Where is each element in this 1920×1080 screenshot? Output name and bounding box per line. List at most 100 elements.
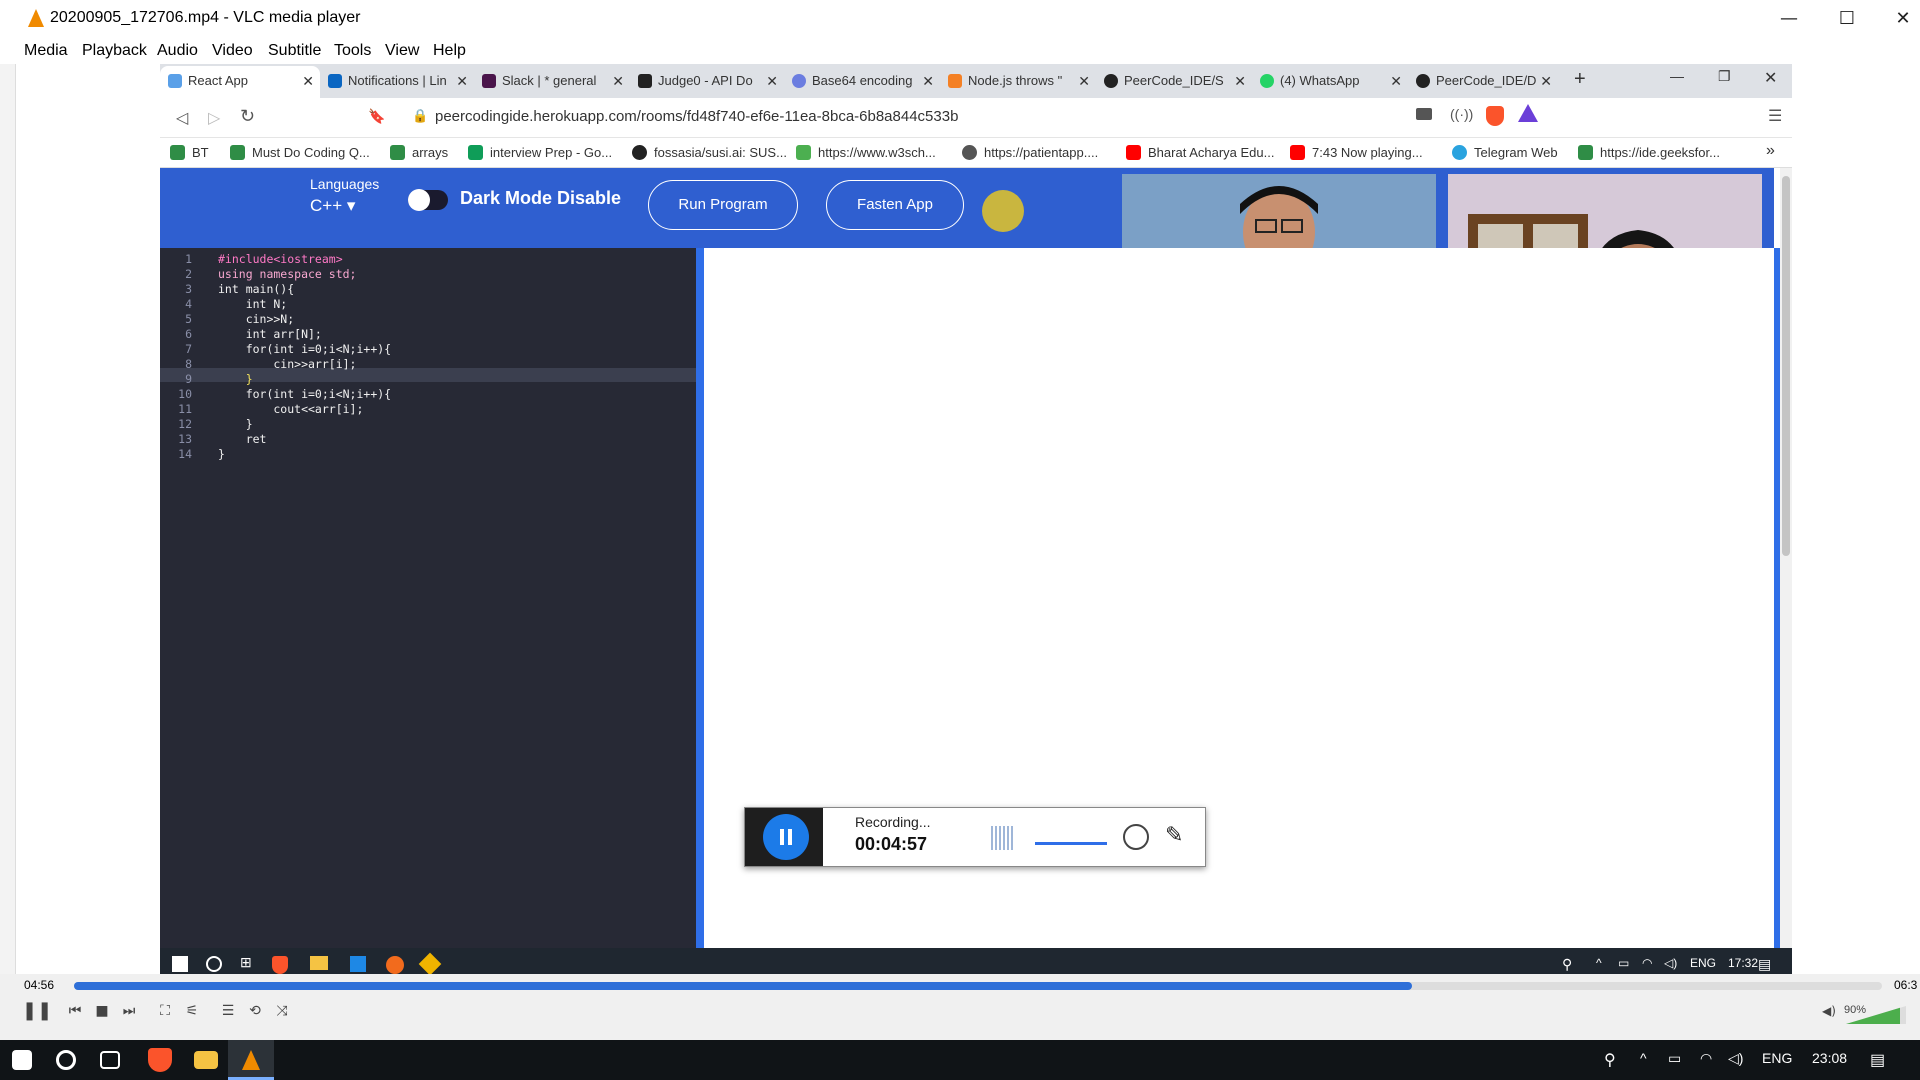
- volume-slider[interactable]: [1846, 1006, 1906, 1024]
- tab-stackoverflow[interactable]: Node.js throws " ✕: [940, 66, 1096, 98]
- audio-level-icon: [991, 826, 1013, 850]
- tab-github-1[interactable]: PeerCode_IDE/S ✕: [1096, 66, 1252, 98]
- tab-close-icon[interactable]: ✕: [1390, 66, 1402, 96]
- tab-close-icon[interactable]: ✕: [1234, 66, 1246, 96]
- tab-github-2[interactable]: PeerCode_IDE/D ✕: [1408, 66, 1558, 98]
- battery-icon[interactable]: ▭: [1668, 1050, 1681, 1067]
- notifications-icon: ▤: [1758, 956, 1772, 972]
- bookmark-icon[interactable]: 🔖: [368, 108, 385, 125]
- tab-close-icon[interactable]: ✕: [1078, 66, 1090, 96]
- tab-react-app[interactable]: React App ✕: [160, 66, 320, 98]
- dark-mode-toggle[interactable]: [408, 189, 448, 211]
- tab-judge0[interactable]: Judge0 - API Do ✕: [630, 66, 784, 98]
- pen-icon[interactable]: ✎: [1165, 822, 1183, 848]
- bookmark-item[interactable]: Bharat Acharya Edu...: [1126, 145, 1274, 160]
- page-scrollbar[interactable]: [1780, 168, 1792, 948]
- editor-divider[interactable]: [696, 248, 704, 954]
- windows-start-icon[interactable]: [12, 1050, 32, 1070]
- fullscreen-button[interactable]: ⛶: [154, 1000, 176, 1022]
- wifi-icon[interactable]: ◠: [1700, 1050, 1712, 1067]
- bookmark-item[interactable]: https://www.w3sch...: [796, 145, 936, 160]
- previous-button[interactable]: ⏮: [64, 1000, 86, 1022]
- menu-tools[interactable]: Tools: [334, 42, 371, 60]
- recorder-pause-button[interactable]: [745, 808, 823, 866]
- browser-minimize-icon[interactable]: —: [1670, 68, 1684, 84]
- playlist-button[interactable]: ☰: [217, 1000, 239, 1022]
- browser-close-icon[interactable]: ✕: [1764, 68, 1777, 88]
- camera-icon[interactable]: [1416, 108, 1432, 120]
- host-language[interactable]: ENG: [1762, 1050, 1792, 1066]
- mute-icon[interactable]: ◀): [1818, 1000, 1840, 1022]
- bookmark-item[interactable]: BT: [170, 145, 209, 160]
- brave-rewards-icon[interactable]: [1518, 104, 1538, 122]
- tab-close-icon[interactable]: ✕: [1540, 66, 1552, 96]
- broadcast-icon[interactable]: ((·)): [1450, 106, 1473, 122]
- loop-button[interactable]: ⟲: [244, 1000, 266, 1022]
- bookmark-item[interactable]: https://ide.geeksfor...: [1578, 145, 1720, 160]
- chevron-up-icon[interactable]: ^: [1640, 1050, 1647, 1066]
- menu-icon[interactable]: ☰: [1768, 106, 1782, 126]
- tab-slack[interactable]: Slack | * general ✕: [474, 66, 630, 98]
- vlc-menu-bar: Media Playback Audio Video Subtitle Tool…: [0, 38, 1920, 64]
- tab-base64[interactable]: Base64 encoding ✕: [784, 66, 940, 98]
- tab-close-icon[interactable]: ✕: [612, 66, 624, 96]
- bookmark-item[interactable]: Must Do Coding Q...: [230, 145, 370, 160]
- bookmark-item[interactable]: https://patientapp....: [962, 145, 1098, 160]
- new-tab-button[interactable]: +: [1574, 68, 1586, 91]
- bookmark-item[interactable]: 7:43 Now playing...: [1290, 145, 1423, 160]
- bookmark-item[interactable]: Telegram Web: [1452, 145, 1558, 160]
- close-button[interactable]: ✕: [1886, 6, 1920, 32]
- menu-playback[interactable]: Playback: [82, 42, 147, 60]
- brave-shield-icon[interactable]: [1486, 106, 1504, 126]
- volume-icon[interactable]: ◁): [1728, 1050, 1743, 1067]
- url-field[interactable]: peercodingide.herokuapp.com/rooms/fd48f7…: [435, 108, 958, 125]
- stop-button[interactable]: ■: [91, 1000, 113, 1022]
- bookmark-item[interactable]: arrays: [390, 145, 448, 160]
- tab-whatsapp[interactable]: (4) WhatsApp ✕: [1252, 66, 1408, 98]
- bookmark-item[interactable]: fossasia/susi.ai: SUS...: [632, 145, 787, 160]
- webcam-icon[interactable]: [1123, 824, 1149, 850]
- fasten-app-button[interactable]: Fasten App: [826, 180, 964, 230]
- action-center-icon[interactable]: ▤: [1870, 1050, 1885, 1070]
- cortana-icon[interactable]: [56, 1050, 76, 1070]
- minimize-button[interactable]: —: [1772, 6, 1806, 32]
- line-number: 14: [178, 447, 192, 461]
- more-bookmarks-icon[interactable]: »: [1766, 142, 1775, 160]
- scroll-thumb[interactable]: [1782, 176, 1790, 556]
- brave-icon[interactable]: [148, 1048, 172, 1072]
- file-explorer-icon[interactable]: [194, 1051, 218, 1069]
- host-clock[interactable]: 23:08: [1812, 1050, 1847, 1066]
- tab-close-icon[interactable]: ✕: [922, 66, 934, 96]
- pause-button[interactable]: ❚❚: [22, 1000, 52, 1022]
- menu-media[interactable]: Media: [24, 42, 68, 60]
- extended-settings-button[interactable]: ⚟: [181, 1000, 203, 1022]
- code-editor[interactable]: 1 #include<iostream> 2 using namespace std…: [160, 248, 696, 954]
- mic-volume-slider[interactable]: [1035, 842, 1107, 845]
- task-view-icon[interactable]: [100, 1051, 120, 1069]
- tab-linkedin[interactable]: Notifications | Lin ✕: [320, 66, 474, 98]
- language-select[interactable]: C++ ▾: [310, 196, 355, 216]
- tab-close-icon[interactable]: ✕: [302, 66, 314, 96]
- next-button[interactable]: ⏭: [118, 1000, 140, 1022]
- run-program-button[interactable]: Run Program: [648, 180, 798, 230]
- menu-help[interactable]: Help: [433, 42, 466, 60]
- maximize-button[interactable]: ☐: [1830, 6, 1864, 32]
- github-icon: [632, 145, 647, 160]
- tab-close-icon[interactable]: ✕: [456, 66, 468, 96]
- people-icon[interactable]: ⚲: [1604, 1050, 1616, 1070]
- forward-icon[interactable]: ▷: [208, 108, 220, 128]
- chevron-up-icon: ^: [1596, 956, 1602, 970]
- shuffle-button[interactable]: ⤨: [271, 1000, 293, 1022]
- seek-bar[interactable]: [74, 982, 1882, 990]
- menu-subtitle[interactable]: Subtitle: [268, 42, 321, 60]
- tab-close-icon[interactable]: ✕: [766, 66, 778, 96]
- back-icon[interactable]: ◁: [176, 108, 188, 128]
- address-bar: ◁ ▷ ↻ 🔖 🔒 peercodingide.herokuapp.com/ro…: [160, 98, 1792, 138]
- bookmark-item[interactable]: interview Prep - Go...: [468, 145, 612, 160]
- code-text: cin>>N;: [218, 312, 295, 326]
- menu-video[interactable]: Video: [212, 42, 253, 60]
- menu-audio[interactable]: Audio: [157, 42, 198, 60]
- browser-restore-icon[interactable]: ❐: [1718, 68, 1731, 85]
- menu-view[interactable]: View: [385, 42, 419, 60]
- reload-icon[interactable]: ↻: [240, 106, 255, 127]
